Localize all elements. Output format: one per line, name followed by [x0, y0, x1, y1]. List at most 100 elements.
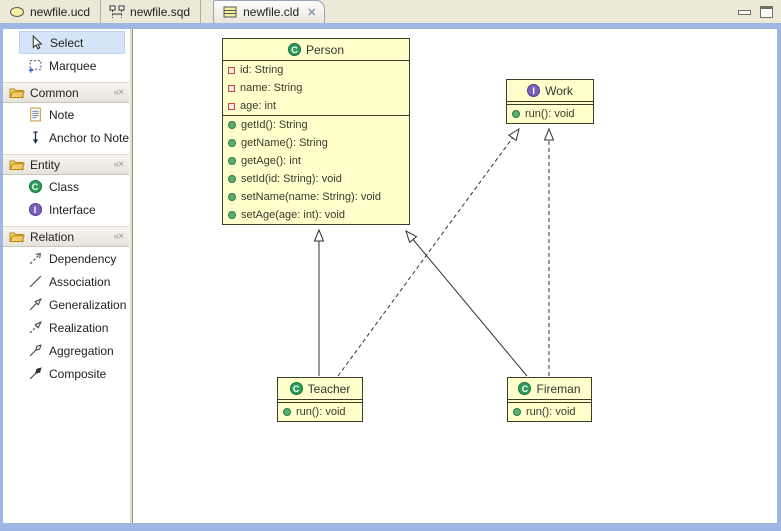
class-name: Teacher	[308, 382, 351, 396]
folder-icon	[9, 85, 25, 101]
tab-newfile-sqd[interactable]: newfile.sqd	[101, 0, 201, 23]
maximize-icon[interactable]	[760, 6, 773, 18]
palette-item-generalization[interactable]: Generalization	[3, 293, 129, 316]
palette-item-dependency[interactable]: Dependency	[3, 247, 129, 270]
method-row[interactable]: setName(name: String): void	[223, 188, 409, 206]
method-icon	[228, 211, 236, 219]
member-text: getName(): String	[241, 137, 328, 149]
method-icon	[512, 110, 520, 118]
sequence-diagram-icon	[109, 4, 125, 20]
pin-icon[interactable]: «×	[114, 159, 123, 170]
pin-icon[interactable]: «×	[114, 87, 123, 98]
palette-item-label: Note	[49, 108, 74, 122]
minimize-icon[interactable]	[738, 10, 751, 15]
class-name: Fireman	[536, 382, 580, 396]
note-icon	[27, 107, 43, 123]
member-text: run(): void	[296, 406, 346, 418]
palette-section-title: Common	[30, 86, 79, 100]
palette-item-composite[interactable]: Composite	[3, 362, 129, 385]
method-icon	[228, 157, 236, 165]
method-row[interactable]: getId(): String	[223, 116, 409, 134]
attribute-row[interactable]: id: String	[223, 61, 409, 79]
attribute-row[interactable]: name: String	[223, 79, 409, 97]
attribute-row[interactable]: age: int	[223, 97, 409, 115]
palette-item-note[interactable]: Note	[3, 103, 129, 126]
method-row[interactable]: getName(): String	[223, 134, 409, 152]
app-window: newfile.ucd newfile.sqd	[0, 0, 781, 531]
method-row[interactable]: setAge(age: int): void	[223, 206, 409, 224]
member-text: run(): void	[525, 108, 575, 120]
method-row[interactable]: getAge(): int	[223, 152, 409, 170]
uml-interface-work[interactable]: I Work run(): void	[506, 79, 594, 124]
method-icon	[228, 121, 236, 129]
palette-item-label: Association	[49, 275, 110, 289]
close-icon[interactable]: ✕	[307, 6, 316, 19]
palette-item-label: Dependency	[49, 252, 116, 266]
folder-icon	[9, 229, 25, 245]
palette-section-relation[interactable]: Relation «×	[3, 226, 129, 247]
uml-class-teacher[interactable]: CTeacher run(): void	[277, 377, 363, 422]
generalization-link-fireman-to-person[interactable]	[406, 231, 527, 376]
uml-box-header[interactable]: CPerson	[223, 39, 409, 61]
class-icon: C	[518, 382, 531, 395]
tab-label: newfile.ucd	[30, 5, 90, 19]
palette-item-select[interactable]: Select	[19, 31, 125, 54]
methods-compartment: run(): void	[278, 403, 362, 421]
member-text: setAge(age: int): void	[241, 209, 345, 221]
realization-icon	[27, 320, 43, 336]
method-row[interactable]: run(): void	[507, 105, 593, 123]
palette-item-anchor-to-note[interactable]: Anchor to Note	[3, 126, 129, 149]
palette-item-class[interactable]: CClass	[3, 175, 129, 198]
palette-item-label: Interface	[49, 203, 96, 217]
member-text: getId(): String	[241, 119, 308, 131]
uml-box-header[interactable]: C Fireman	[508, 378, 591, 400]
tool-palette: SelectMarquee Common «× Note Anchor to Note E…	[3, 29, 129, 523]
methods-compartment: run(): void	[507, 105, 593, 123]
class-icon: C	[27, 179, 43, 195]
member-text: run(): void	[526, 406, 576, 418]
method-row[interactable]: run(): void	[278, 403, 362, 421]
palette-section-common[interactable]: Common «×	[3, 82, 129, 103]
method-icon	[513, 408, 521, 416]
usecase-diagram-icon	[9, 4, 25, 20]
method-icon	[283, 408, 291, 416]
methods-compartment: getId(): String getName(): String getAge()…	[223, 116, 409, 224]
member-text: getAge(): int	[241, 155, 301, 167]
palette-item-realization[interactable]: Realization	[3, 316, 129, 339]
palette-item-marquee[interactable]: Marquee	[3, 54, 129, 77]
palette-item-label: Generalization	[49, 298, 126, 312]
method-row[interactable]: run(): void	[508, 403, 591, 421]
palette-section-title: Entity	[30, 158, 60, 172]
marquee-icon	[27, 58, 43, 74]
methods-compartment: run(): void	[508, 403, 591, 421]
method-row[interactable]: setId(id: String): void	[223, 170, 409, 188]
palette-item-aggregation[interactable]: Aggregation	[3, 339, 129, 362]
interface-icon: I	[27, 202, 43, 218]
dependency-icon	[27, 251, 43, 267]
tab-newfile-ucd[interactable]: newfile.ucd	[1, 0, 101, 23]
cursor-icon	[28, 35, 44, 51]
palette-item-interface[interactable]: I Interface	[3, 198, 129, 221]
method-icon	[228, 193, 236, 201]
uml-class-person[interactable]: CPerson id: String name: String age: int get…	[222, 38, 410, 225]
interface-icon: I	[527, 84, 540, 97]
uml-box-header[interactable]: I Work	[507, 80, 593, 102]
generalization-icon	[27, 297, 43, 313]
palette-item-association[interactable]: Association	[3, 270, 129, 293]
palette-section-entity[interactable]: Entity «×	[3, 154, 129, 175]
composite-icon	[27, 366, 43, 382]
class-name: Work	[545, 84, 573, 98]
uml-box-header[interactable]: CTeacher	[278, 378, 362, 400]
member-text: id: String	[240, 64, 283, 76]
class-icon: C	[288, 43, 301, 56]
method-icon	[228, 175, 236, 183]
pin-icon[interactable]: «×	[114, 231, 123, 242]
palette-section-title: Relation	[30, 230, 74, 244]
diagram-canvas[interactable]: CPerson id: String name: String age: int get…	[133, 29, 777, 523]
palette-item-label: Composite	[49, 367, 106, 381]
uml-class-fireman[interactable]: C Fireman run(): void	[507, 377, 592, 422]
member-text: age: int	[240, 100, 276, 112]
association-icon	[27, 274, 43, 290]
tab-label: newfile.sqd	[130, 5, 190, 19]
tab-newfile-cld[interactable]: newfile.cld ✕	[213, 0, 325, 23]
